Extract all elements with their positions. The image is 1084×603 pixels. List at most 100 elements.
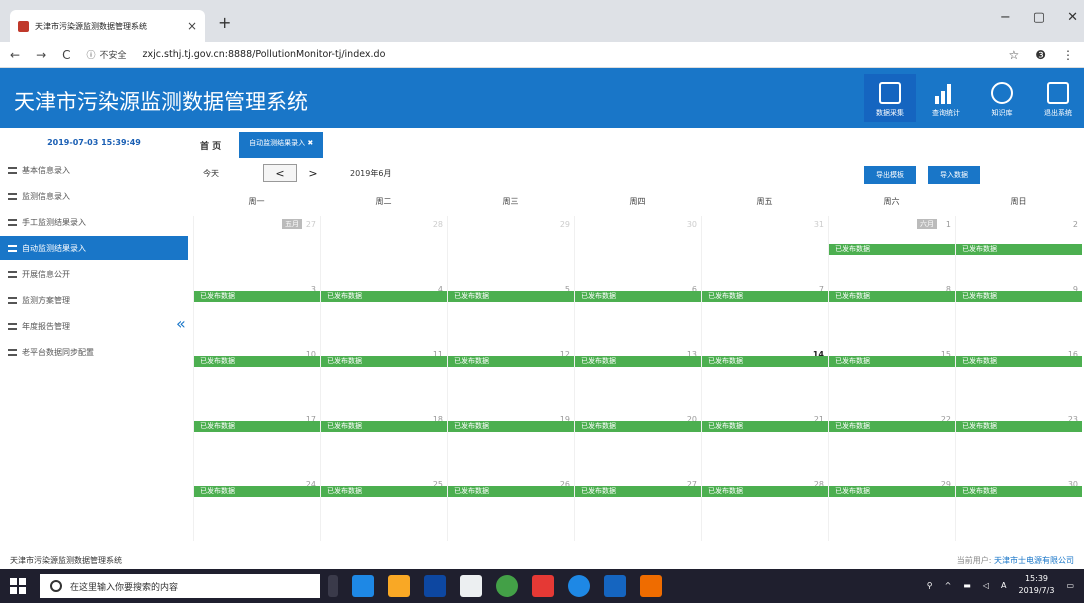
calendar-event[interactable]: 已发布数据 <box>956 244 1082 255</box>
prev-month-button[interactable]: < <box>263 164 297 182</box>
calendar-day[interactable]: 18 已发布数据 <box>320 411 447 476</box>
minimize-button[interactable]: − <box>1000 10 1011 25</box>
next-month-button[interactable]: > <box>301 164 325 182</box>
sidebar-item[interactable]: 基本信息录入 <box>0 158 188 182</box>
calendar-day[interactable]: 23 已发布数据 <box>955 411 1082 476</box>
calendar-day[interactable]: 27 五月 <box>193 216 320 281</box>
app-orange-icon[interactable] <box>640 575 662 597</box>
people-icon[interactable]: ⚲ <box>927 581 933 590</box>
calendar-event[interactable]: 已发布数据 <box>956 486 1082 497</box>
calendar-day[interactable]: 28 <box>320 216 447 281</box>
exit-system-button[interactable]: 退出系统 <box>1032 74 1084 122</box>
calendar-day[interactable]: 11 已发布数据 <box>320 346 447 411</box>
calendar-day[interactable]: 29 <box>447 216 574 281</box>
network-icon[interactable]: ▬ <box>963 581 971 590</box>
data-collect-button[interactable]: 数据采集 <box>864 74 916 122</box>
calendar-day[interactable]: 8 已发布数据 <box>828 281 955 346</box>
calendar-event[interactable]: 已发布数据 <box>575 486 701 497</box>
calendar-event[interactable]: 已发布数据 <box>448 486 574 497</box>
knowledge-base-button[interactable]: 知识库 <box>976 74 1028 122</box>
calendar-day[interactable]: 22 已发布数据 <box>828 411 955 476</box>
calendar-day[interactable]: 24 已发布数据 <box>193 476 320 541</box>
menu-icon[interactable]: ⋮ <box>1062 48 1074 62</box>
query-stats-button[interactable]: 查询统计 <box>920 74 972 122</box>
mic-icon[interactable] <box>328 575 338 597</box>
tab-home[interactable]: 首 页 <box>200 139 221 158</box>
word-icon[interactable] <box>604 575 626 597</box>
chrome-icon[interactable] <box>496 575 518 597</box>
import-data-button[interactable]: 导入数据 <box>928 166 980 184</box>
taskbar-search[interactable]: 在这里输入你要搜索的内容 <box>40 574 320 598</box>
sidebar-item[interactable]: 年度报告管理 <box>0 314 188 338</box>
calendar-day[interactable]: 1 六月 已发布数据 <box>828 216 955 281</box>
calendar-event[interactable]: 已发布数据 <box>194 486 320 497</box>
notification-icon[interactable]: ▭ <box>1066 581 1074 590</box>
calendar-event[interactable]: 已发布数据 <box>702 291 828 302</box>
calendar-event[interactable]: 已发布数据 <box>448 356 574 367</box>
calendar-day[interactable]: 13 已发布数据 <box>574 346 701 411</box>
sidebar-item[interactable]: 自动监测结果录入 <box>0 236 188 260</box>
file-explorer-icon[interactable] <box>388 575 410 597</box>
calendar-day[interactable]: 9 已发布数据 <box>955 281 1082 346</box>
tab-close-icon[interactable]: × <box>187 19 197 33</box>
calendar-event[interactable]: 已发布数据 <box>321 291 447 302</box>
calendar-event[interactable]: 已发布数据 <box>702 421 828 432</box>
calendar-day[interactable]: 10 已发布数据 <box>193 346 320 411</box>
browser-tab[interactable]: 天津市污染源监测数据管理系统 × <box>10 10 205 42</box>
calendar-day[interactable]: 16 已发布数据 <box>955 346 1082 411</box>
maximize-button[interactable]: ▢ <box>1033 10 1045 25</box>
windows-start-icon[interactable] <box>10 578 26 594</box>
calendar-day[interactable]: 25 已发布数据 <box>320 476 447 541</box>
calendar-day[interactable]: 28 已发布数据 <box>701 476 828 541</box>
calendar-event[interactable]: 已发布数据 <box>829 356 955 367</box>
calendar-day[interactable]: 14 已发布数据 <box>701 346 828 411</box>
store-icon[interactable] <box>424 575 446 597</box>
calendar-day[interactable]: 17 已发布数据 <box>193 411 320 476</box>
calendar-day[interactable]: 30 <box>574 216 701 281</box>
calendar-event[interactable]: 已发布数据 <box>702 356 828 367</box>
calendar-event[interactable]: 已发布数据 <box>829 291 955 302</box>
calendar-event[interactable]: 已发布数据 <box>321 356 447 367</box>
security-indicator[interactable]: ⓘ 不安全 <box>87 48 127 61</box>
calendar-event[interactable]: 已发布数据 <box>194 291 320 302</box>
bookmark-star-icon[interactable]: ☆ <box>1008 48 1019 62</box>
calendar-day[interactable]: 5 已发布数据 <box>447 281 574 346</box>
calendar-event[interactable]: 已发布数据 <box>829 244 955 255</box>
mail-icon[interactable] <box>460 575 482 597</box>
calendar-day[interactable]: 4 已发布数据 <box>320 281 447 346</box>
calendar-event[interactable]: 已发布数据 <box>194 421 320 432</box>
sidebar-item[interactable]: 老平台数据同步配置 <box>0 340 188 364</box>
calendar-day[interactable]: 3 已发布数据 <box>193 281 320 346</box>
sidebar-item[interactable]: 手工监测结果录入 <box>0 210 188 234</box>
calendar-event[interactable]: 已发布数据 <box>956 291 1082 302</box>
calendar-event[interactable]: 已发布数据 <box>448 291 574 302</box>
forward-button[interactable]: → <box>36 48 46 62</box>
calendar-event[interactable]: 已发布数据 <box>448 421 574 432</box>
calendar-event[interactable]: 已发布数据 <box>321 421 447 432</box>
edge-icon[interactable] <box>352 575 374 597</box>
calendar-event[interactable]: 已发布数据 <box>575 291 701 302</box>
calendar-day[interactable]: 20 已发布数据 <box>574 411 701 476</box>
calendar-day[interactable]: 29 已发布数据 <box>828 476 955 541</box>
back-button[interactable]: ← <box>10 48 20 62</box>
calendar-event[interactable]: 已发布数据 <box>956 421 1082 432</box>
calendar-event[interactable]: 已发布数据 <box>829 421 955 432</box>
calendar-event[interactable]: 已发布数据 <box>321 486 447 497</box>
sidebar-collapse-button[interactable]: « <box>176 314 186 333</box>
tray-clock[interactable]: 15:39 2019/7/3 <box>1019 573 1055 597</box>
calendar-day[interactable]: 31 <box>701 216 828 281</box>
profile-icon[interactable]: ❸ <box>1035 48 1046 62</box>
volume-icon[interactable]: ◁ <box>983 581 989 590</box>
calendar-event[interactable]: 已发布数据 <box>702 486 828 497</box>
calendar-event[interactable]: 已发布数据 <box>575 421 701 432</box>
calendar-day[interactable]: 26 已发布数据 <box>447 476 574 541</box>
input-language[interactable]: A <box>1001 581 1006 590</box>
sidebar-item[interactable]: 监测信息录入 <box>0 184 188 208</box>
calendar-event[interactable]: 已发布数据 <box>829 486 955 497</box>
calendar-day[interactable]: 2 已发布数据 <box>955 216 1082 281</box>
ie-icon[interactable] <box>568 575 590 597</box>
calendar-day[interactable]: 19 已发布数据 <box>447 411 574 476</box>
calendar-day[interactable]: 12 已发布数据 <box>447 346 574 411</box>
close-window-button[interactable]: ✕ <box>1067 10 1078 25</box>
reload-button[interactable]: C <box>62 48 70 62</box>
